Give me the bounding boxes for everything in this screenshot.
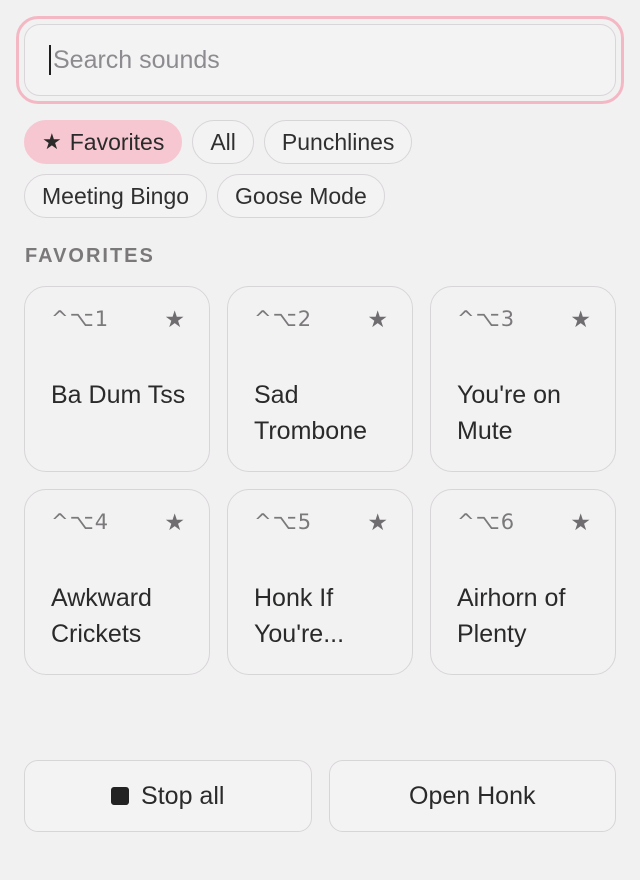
sound-name: Ba Dum Tss [51,381,186,409]
chip-all[interactable]: All [192,120,254,164]
sound-name: Honk If You're... [254,584,345,648]
chip-label: Meeting Bingo [42,182,190,209]
open-honk-label: Open Honk [409,781,536,810]
search-focus-ring: Search sounds [16,16,624,104]
star-icon[interactable]: ★ [367,509,388,536]
star-icon[interactable]: ★ [570,306,591,333]
star-icon[interactable]: ★ [164,509,185,536]
sound-card[interactable]: ^⌥3 ★ You're on Mute [430,286,616,472]
star-icon[interactable]: ★ [367,306,388,333]
sound-card[interactable]: ^⌥4 ★ Awkward Crickets [24,489,210,675]
star-icon[interactable]: ★ [164,306,185,333]
search-input[interactable]: Search sounds [24,24,616,96]
text-caret [49,45,51,75]
star-icon[interactable]: ★ [570,509,591,536]
section-title: FAVORITES [25,245,155,267]
sound-grid: ^⌥1 ★ Ba Dum Tss ^⌥2 ★ Sad Trombone ^⌥3 … [24,286,616,675]
sound-card[interactable]: ^⌥6 ★ Airhorn of Plenty [430,489,616,675]
sound-name: You're on Mute [457,381,561,445]
sound-name: Airhorn of Plenty [457,584,566,648]
open-honk-button[interactable]: Open Honk [328,760,616,832]
star-icon: ★ [42,129,62,154]
chip-punchlines[interactable]: Punchlines [263,120,413,164]
chip-meeting-bingo[interactable]: Meeting Bingo [24,174,208,218]
chip-label: Punchlines [281,128,395,155]
chip-label: Favorites [69,128,165,155]
sound-card[interactable]: ^⌥1 ★ Ba Dum Tss [24,286,210,472]
footer-actions: Stop all Open Honk [24,760,616,832]
stop-all-label: Stop all [141,781,225,810]
search-placeholder: Search sounds [53,45,220,74]
chip-label: All [210,128,236,155]
chip-label: Goose Mode [235,182,367,209]
sound-name: Sad Trombone [254,381,368,445]
sound-name: Awkward Crickets [51,584,152,648]
sound-card[interactable]: ^⌥5 ★ Honk If You're... [227,489,413,675]
stop-all-button[interactable]: Stop all [24,760,312,832]
filter-chips: ★ Favorites All Punchlines Meeting Bingo… [24,120,624,228]
chip-favorites[interactable]: ★ Favorites [24,120,183,164]
sound-card[interactable]: ^⌥2 ★ Sad Trombone [227,286,413,472]
sound-panel: Search sounds ★ Favorites All Punchlines… [0,0,640,880]
chip-goose-mode[interactable]: Goose Mode [217,174,385,218]
stop-icon [111,787,130,805]
